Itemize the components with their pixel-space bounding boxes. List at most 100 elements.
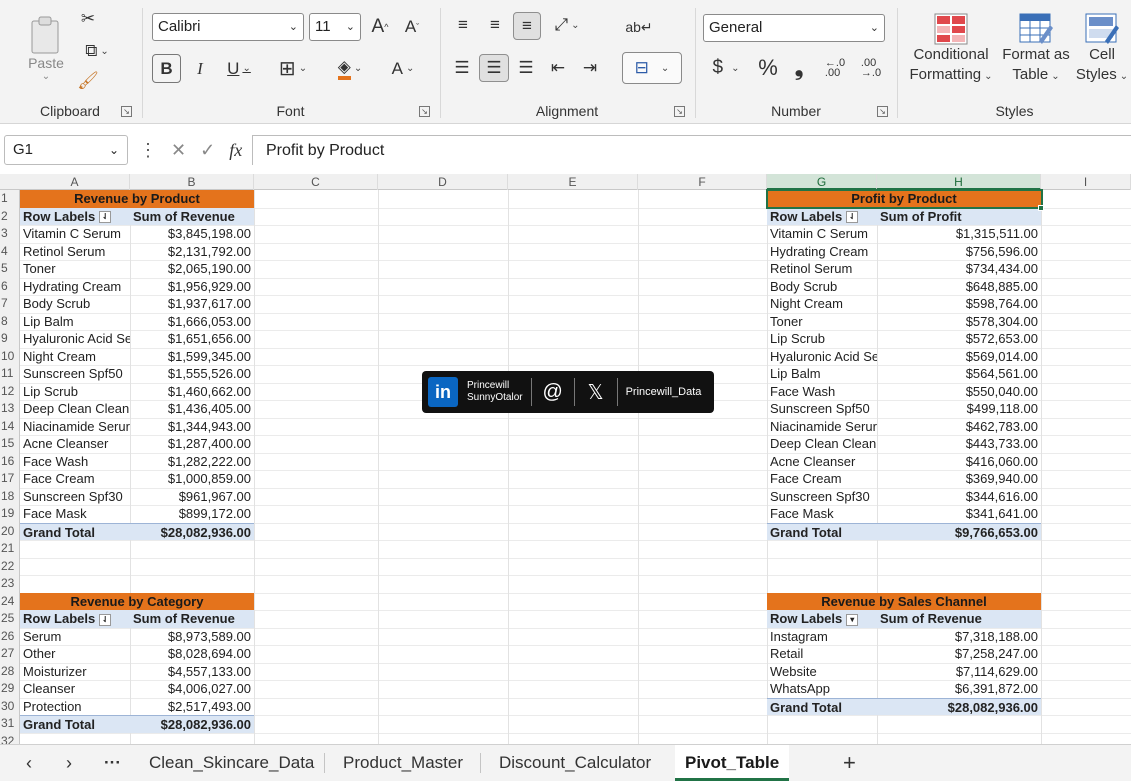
pivot-row-value[interactable]: $1,651,656.00 <box>130 330 254 348</box>
align-right-icon[interactable]: ☰ <box>513 54 539 82</box>
pivot-row-label[interactable]: Toner <box>767 313 877 331</box>
pivot-value-header[interactable]: Sum of Revenue <box>130 610 254 628</box>
pivot-grand-total-label[interactable]: Grand Total <box>20 522 130 540</box>
row-header-9[interactable]: 9 <box>0 330 20 348</box>
pivot-row-label[interactable]: Protection <box>20 698 130 716</box>
row-header-26[interactable]: 26 <box>0 628 20 646</box>
pivot-row-label[interactable]: Face Cream <box>767 470 877 488</box>
pivot-row-label[interactable]: Toner <box>20 260 130 278</box>
pivot-row-label[interactable]: Body Scrub <box>767 278 877 296</box>
row-header-10[interactable]: 10 <box>0 348 20 366</box>
row-header-11[interactable]: 11 <box>0 365 20 383</box>
pivot-row-label[interactable]: Sunscreen Spf30 <box>20 488 130 506</box>
pivot-row-label[interactable]: Hydrating Cream <box>20 278 130 296</box>
pivot-row-value[interactable]: $3,845,198.00 <box>130 225 254 243</box>
pivot-row-label[interactable]: Serum <box>20 628 130 646</box>
pivot-row-value[interactable]: $6,391,872.00 <box>877 680 1041 698</box>
column-header-h[interactable]: H <box>877 174 1041 190</box>
pivot-row-value[interactable]: $1,460,662.00 <box>130 383 254 401</box>
pivot-row-value[interactable]: $1,436,405.00 <box>130 400 254 418</box>
dialog-launcher-icon[interactable]: ↘ <box>877 106 888 117</box>
pivot-row-labels-header[interactable]: Row Labels ⇃ <box>20 610 130 628</box>
row-header-31[interactable]: 31 <box>0 715 20 733</box>
align-left-icon[interactable]: ☰ <box>449 54 475 82</box>
font-color-button[interactable]: A ⌄ <box>381 54 425 83</box>
row-header-17[interactable]: 17 <box>0 470 20 488</box>
fill-handle[interactable] <box>1038 204 1044 211</box>
pivot-title[interactable]: Revenue by Category <box>20 592 254 610</box>
copy-button[interactable]: ⧉ ⌄ <box>76 40 118 62</box>
row-header-18[interactable]: 18 <box>0 488 20 506</box>
pivot-row-value[interactable]: $8,973,589.00 <box>130 628 254 646</box>
dialog-launcher-icon[interactable]: ↘ <box>419 106 430 117</box>
pivot-row-label[interactable]: Sunscreen Spf50 <box>20 365 130 383</box>
more-sheets-icon[interactable]: ··· <box>104 745 121 781</box>
column-header-e[interactable]: E <box>508 174 638 190</box>
pivot-grand-total-value[interactable]: $28,082,936.00 <box>130 715 254 733</box>
pivot-row-value[interactable]: $2,517,493.00 <box>130 698 254 716</box>
pivot-row-value[interactable]: $578,304.00 <box>877 313 1041 331</box>
row-header-8[interactable]: 8 <box>0 313 20 331</box>
insert-function-icon[interactable]: fx <box>229 140 242 161</box>
pivot-row-label[interactable]: Deep Clean Clean: <box>767 435 877 453</box>
scroll-right-icon[interactable]: › <box>66 745 72 781</box>
pivot-row-value[interactable]: $648,885.00 <box>877 278 1041 296</box>
row-header-13[interactable]: 13 <box>0 400 20 418</box>
pivot-row-labels-header[interactable]: Row Labels ⇃ <box>20 207 130 225</box>
filter-dropdown-icon[interactable]: ▾ <box>846 613 859 626</box>
pivot-row-value[interactable]: $416,060.00 <box>877 453 1041 471</box>
row-header-7[interactable]: 7 <box>0 295 20 313</box>
filter-dropdown-icon[interactable]: ⇃ <box>846 211 859 224</box>
comma-style-icon[interactable]: ❟ <box>788 54 810 82</box>
pivot-row-value[interactable]: $1,315,511.00 <box>877 225 1041 243</box>
pivot-row-value[interactable]: $1,956,929.00 <box>130 278 254 296</box>
pivot-row-value[interactable]: $369,940.00 <box>877 470 1041 488</box>
name-box[interactable]: G1 ⌄ <box>4 135 128 165</box>
pivot-grand-total-value[interactable]: $28,082,936.00 <box>877 697 1041 715</box>
format-painter-icon[interactable]: 🖌 <box>76 70 100 92</box>
number-format-select[interactable]: General ⌄ <box>703 14 885 42</box>
row-header-20[interactable]: 20 <box>0 523 20 541</box>
pivot-row-label[interactable]: Website <box>767 663 877 681</box>
pivot-row-labels-header[interactable]: Row Labels ⇃ <box>767 207 877 225</box>
pivot-row-value[interactable]: $2,131,792.00 <box>130 243 254 261</box>
underline-button[interactable]: U ⌄ <box>218 54 260 83</box>
align-center-icon[interactable]: ☰ <box>479 54 509 82</box>
filter-dropdown-icon[interactable]: ⇃ <box>99 211 112 224</box>
pivot-row-label[interactable]: Cleanser <box>20 680 130 698</box>
row-header-32[interactable]: 32 <box>0 733 20 745</box>
pivot-row-value[interactable]: $598,764.00 <box>877 295 1041 313</box>
row-header-22[interactable]: 22 <box>0 558 20 576</box>
font-name-select[interactable]: Calibri ⌄ <box>152 13 304 41</box>
pivot-row-label[interactable]: Lip Scrub <box>20 383 130 401</box>
pivot-row-value[interactable]: $1,937,617.00 <box>130 295 254 313</box>
pivot-row-label[interactable]: Hyaluronic Acid Se <box>767 348 877 366</box>
pivot-row-value[interactable]: $564,561.00 <box>877 365 1041 383</box>
tab-product-master[interactable]: Product_Master <box>343 745 463 781</box>
pivot-grand-total-value[interactable]: $28,082,936.00 <box>130 522 254 540</box>
pivot-row-label[interactable]: WhatsApp <box>767 680 877 698</box>
decrease-indent-icon[interactable]: ⇤ <box>545 54 571 82</box>
row-header-19[interactable]: 19 <box>0 505 20 523</box>
pivot-row-value[interactable]: $462,783.00 <box>877 418 1041 436</box>
pivot-row-label[interactable]: Other <box>20 645 130 663</box>
conditional-formatting-button[interactable]: Conditional Formatting ⌄ <box>904 8 998 92</box>
bold-button[interactable]: B <box>152 54 181 83</box>
paste-chevron-icon[interactable]: ⌄ <box>42 71 50 82</box>
pivot-row-label[interactable]: Sunscreen Spf50 <box>767 400 877 418</box>
row-header-27[interactable]: 27 <box>0 645 20 663</box>
fill-color-button[interactable]: ◈ ⌄ <box>327 54 373 83</box>
pivot-row-label[interactable]: Retail <box>767 645 877 663</box>
cut-icon[interactable]: ✂ <box>76 8 100 30</box>
column-header-g[interactable]: G <box>767 174 877 190</box>
pivot-title[interactable]: Revenue by Sales Channel <box>767 592 1041 610</box>
row-header-24[interactable]: 24 <box>0 593 20 611</box>
pivot-row-value[interactable]: $1,282,222.00 <box>130 453 254 471</box>
pivot-row-value[interactable]: $7,114,629.00 <box>877 663 1041 681</box>
row-header-25[interactable]: 25 <box>0 610 20 628</box>
pivot-grand-total-value[interactable]: $9,766,653.00 <box>877 522 1041 540</box>
pivot-row-value[interactable]: $734,434.00 <box>877 260 1041 278</box>
pivot-row-label[interactable]: Moisturizer <box>20 663 130 681</box>
pivot-row-label[interactable]: Face Wash <box>20 453 130 471</box>
wrap-text-icon[interactable]: ab↵ <box>624 12 654 42</box>
